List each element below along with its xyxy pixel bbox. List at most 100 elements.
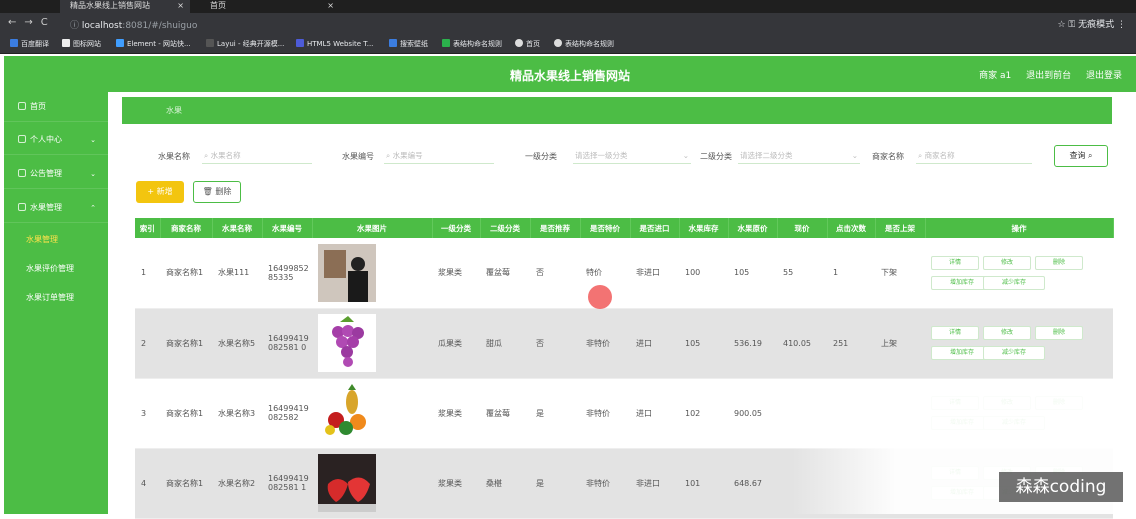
- bookmark[interactable]: 表结构命名规则: [442, 39, 502, 49]
- cell-imported: 进口: [630, 308, 679, 379]
- nav-buttons[interactable]: ←→C: [8, 17, 56, 28]
- current-user: 商家 a1: [979, 71, 1012, 81]
- row-delete-button[interactable]: 删除: [1035, 255, 1083, 270]
- cell-price: 410.05: [777, 308, 827, 379]
- table-header-cell: 水果图片: [312, 218, 433, 238]
- search-fruit-code: 水果编号 ⌕ 水果编号: [342, 148, 502, 164]
- logout-link[interactable]: 退出登录: [1086, 71, 1122, 81]
- edit-button[interactable]: 修改: [983, 326, 1031, 340]
- cell-shop: 商家名称1: [160, 448, 212, 519]
- sidebar-subitem-fruit-manage[interactable]: 水果管理: [4, 227, 108, 253]
- home-icon: [18, 102, 26, 110]
- edit-button[interactable]: 修改: [983, 255, 1031, 270]
- watermark: 森森coding: [999, 472, 1123, 502]
- search-input[interactable]: ⌕ 水果编号: [384, 148, 494, 164]
- row-delete-button[interactable]: 删除: [1035, 326, 1083, 340]
- chevron-down-icon: ⌄: [90, 170, 96, 178]
- reduce-stock-button[interactable]: 减少库存: [983, 346, 1045, 360]
- cell-shop: 商家名称1: [160, 238, 212, 309]
- cell-index: 2: [135, 308, 160, 379]
- table-header-cell: 索引: [135, 218, 161, 238]
- chevron-down-icon: ⌄: [682, 151, 689, 160]
- cell-shop: 商家名称1: [160, 308, 212, 379]
- search-shop-name: 商家名称 ⌕ 商家名称: [872, 148, 1038, 164]
- sidebar-item-fruit[interactable]: 水果管理 ⌃: [4, 193, 108, 223]
- person-photo-image: [318, 243, 376, 302]
- tab-title: 精品水果线上销售网站: [70, 1, 150, 10]
- cell-shop: 商家名称1: [160, 378, 212, 449]
- add-button[interactable]: + 新增: [136, 181, 184, 203]
- bookmark[interactable]: 图标网站: [62, 39, 101, 49]
- sidebar-subitem-fruit-review[interactable]: 水果评价管理: [4, 256, 108, 282]
- table-row: 1 商家名称1 水果111 1649985285335 浆果类 覆盆莓否特价 非进口 100 1…: [135, 238, 1113, 309]
- breadcrumb: 水果: [122, 97, 1112, 124]
- back-to-frontend-link[interactable]: 退出到前台: [1026, 71, 1071, 81]
- bookmark[interactable]: Layui - 经典开源模...: [206, 39, 284, 49]
- sidebar-item-notice[interactable]: 公告管理 ⌄: [4, 159, 108, 189]
- cell-special: 非特价: [580, 378, 630, 449]
- table-header-cell: 商家名称: [160, 218, 213, 238]
- url-field[interactable]: ⓘ localhost:8081/#/shuiguo: [70, 18, 197, 31]
- search-category-2: 二级分类 请选择二级分类 ⌄: [700, 148, 862, 164]
- tab-title: 首页: [210, 1, 226, 10]
- grapes-image: [318, 314, 376, 372]
- category-2-select[interactable]: 请选择二级分类 ⌄: [738, 148, 860, 164]
- query-button[interactable]: 查询 ⌕: [1054, 145, 1108, 167]
- cell-cat1: 浆果类: [432, 448, 480, 519]
- table-header-cell: 一级分类: [432, 218, 481, 238]
- sidebar: 首页 个人中心 ⌄ 公告管理 ⌄ 水果管理 ⌃ 水果管理 水果评价管理 水果订单管理: [4, 92, 108, 514]
- table-header-cell: 二级分类: [480, 218, 531, 238]
- chevron-down-icon: ⌄: [851, 151, 858, 160]
- detail-button[interactable]: 详情: [931, 255, 979, 270]
- table-header-cell: 是否上架: [875, 218, 926, 238]
- strawberries-image: [318, 454, 376, 512]
- browser-tab-active[interactable]: 精品水果线上销售网站 ×: [60, 0, 190, 13]
- browser-tab-bar: 精品水果线上销售网站 × 首页 ×: [0, 0, 1136, 13]
- bookmark[interactable]: Element - 网站快...: [116, 39, 191, 49]
- cell-special: 非特价: [580, 308, 630, 379]
- category-1-select[interactable]: 请选择一级分类 ⌄: [573, 148, 691, 164]
- bookmark[interactable]: HTML5 Website T...: [296, 39, 373, 48]
- sidebar-subitem-fruit-order[interactable]: 水果订单管理: [4, 285, 108, 311]
- cell-recommend: 是: [530, 378, 580, 449]
- bookmarks-bar: 百度翻译 图标网站 Element - 网站快... Layui - 经典开源模…: [0, 35, 1136, 54]
- browser-tab[interactable]: 首页 ×: [200, 0, 340, 13]
- fruit-image-cell: [312, 238, 432, 309]
- cell-index: 3: [135, 378, 160, 449]
- cell-stock: 105: [679, 308, 728, 379]
- detail-button[interactable]: 详情: [931, 326, 979, 340]
- close-icon[interactable]: ×: [177, 0, 184, 12]
- trash-icon: 🗑: [202, 187, 213, 196]
- bookmark[interactable]: 百度翻译: [10, 39, 49, 49]
- profile-indicator[interactable]: ☆ ⚿ 无痕模式 ⋮: [1057, 17, 1126, 30]
- cell-cat1: 浆果类: [432, 378, 480, 449]
- cell-code: 1649985285335: [262, 238, 312, 309]
- search-input[interactable]: ⌕ 水果名称: [202, 148, 312, 164]
- table-header-cell: 水果名称: [212, 218, 263, 238]
- delete-button[interactable]: 🗑 删除: [193, 181, 241, 203]
- reduce-stock-button[interactable]: 减少库存: [983, 275, 1045, 290]
- table-header-row: 索引 商家名称 水果名称 水果编号 水果图片 一级分类 二级分类 是否推荐 是否特价 是否进口 水果…: [135, 218, 1114, 238]
- sidebar-item-home[interactable]: 首页: [4, 92, 108, 122]
- table-header-cell: 现价: [777, 218, 828, 238]
- fruit-mix-image: [318, 384, 376, 442]
- close-icon[interactable]: ×: [327, 0, 334, 12]
- cell-index: 4: [135, 448, 160, 519]
- cell-imported: 非进口: [630, 238, 679, 309]
- table-header-cell: 是否推荐: [530, 218, 581, 238]
- fruit-image-cell: [312, 448, 432, 519]
- sidebar-item-personal-center[interactable]: 个人中心 ⌄: [4, 125, 108, 155]
- search-input[interactable]: ⌕ 商家名称: [916, 148, 1032, 164]
- search-fruit-name: 水果名称 ⌕ 水果名称: [158, 148, 320, 164]
- table-header-cell: 水果库存: [679, 218, 729, 238]
- bookmark[interactable]: 首页: [515, 39, 540, 49]
- cell-stock: 100: [679, 238, 728, 309]
- bookmark[interactable]: 搜索壁纸: [389, 39, 428, 49]
- header-links: 商家 a1 退出到前台 退出登录: [967, 68, 1122, 81]
- cursor-indicator: [588, 285, 612, 309]
- bookmark[interactable]: 表结构命名规则: [554, 39, 614, 49]
- cell-index: 1: [135, 238, 160, 309]
- search-label: 水果编号: [342, 152, 374, 161]
- search-label: 水果名称: [158, 152, 190, 161]
- table-header-cell: 水果编号: [262, 218, 313, 238]
